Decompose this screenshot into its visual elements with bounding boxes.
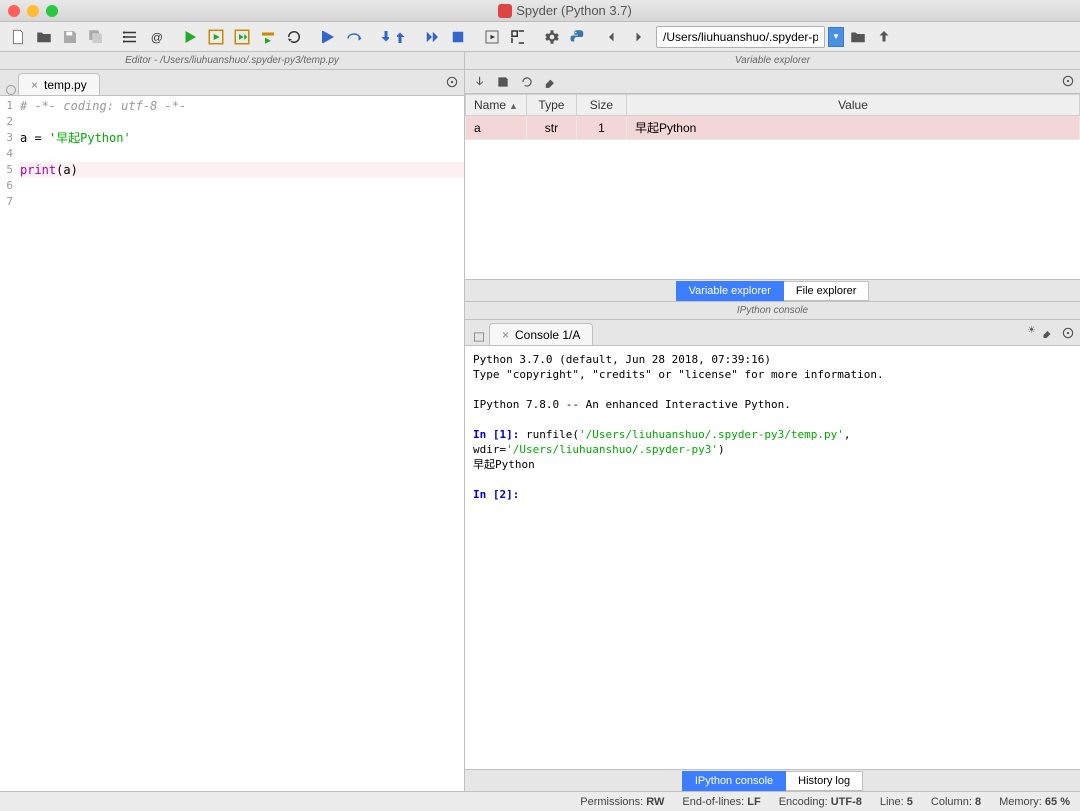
continue-button[interactable] bbox=[420, 25, 444, 49]
find-button[interactable]: @ bbox=[144, 25, 168, 49]
console-menu-icon[interactable] bbox=[471, 329, 487, 345]
tab-ipython-console[interactable]: IPython console bbox=[682, 771, 786, 791]
varexp-tabs: Variable explorer File explorer bbox=[465, 279, 1080, 301]
erase-console-icon[interactable] bbox=[1040, 325, 1056, 341]
console-output[interactable]: Python 3.7.0 (default, Jun 28 2018, 07:3… bbox=[465, 346, 1080, 769]
new-file-button[interactable] bbox=[6, 25, 30, 49]
editor-tab-label: temp.py bbox=[44, 78, 87, 92]
window-controls bbox=[8, 5, 58, 17]
console-tab-label: Console 1/A bbox=[515, 328, 580, 342]
code-editor[interactable]: 1 2 3 4 5 6 7 # -*- coding: utf-8 -*- a … bbox=[0, 96, 464, 791]
stop-button[interactable] bbox=[446, 25, 470, 49]
refresh-icon[interactable] bbox=[519, 74, 535, 90]
console-options-icon[interactable] bbox=[1060, 325, 1076, 341]
forward-button[interactable] bbox=[626, 25, 650, 49]
status-bar: Permissions: RW End-of-lines: LF Encodin… bbox=[0, 791, 1080, 811]
variable-explorer-pane: Variable explorer Name▲ Type Size Value bbox=[465, 52, 1080, 302]
varexp-toolbar bbox=[465, 70, 1080, 94]
editor-pane: Editor - /Users/liuhuanshuo/.spyder-py3/… bbox=[0, 52, 465, 791]
run-cell-advance-button[interactable] bbox=[230, 25, 254, 49]
status-line: Line: 5 bbox=[880, 796, 913, 808]
close-icon[interactable] bbox=[8, 5, 20, 17]
preferences-button[interactable] bbox=[540, 25, 564, 49]
save-data-icon[interactable] bbox=[495, 74, 511, 90]
minimize-icon[interactable] bbox=[27, 5, 39, 17]
spyder-logo-icon bbox=[498, 4, 512, 18]
editor-tab-bar: × temp.py bbox=[0, 70, 464, 96]
console-bottom-tabs: IPython console History log bbox=[465, 769, 1080, 791]
tab-file-explorer[interactable]: File explorer bbox=[784, 281, 870, 301]
browse-dir-button[interactable] bbox=[846, 25, 870, 49]
line-gutter: 1 2 3 4 5 6 7 bbox=[0, 96, 16, 791]
ipython-console-pane: IPython console × Console 1/A ☀ Python 3… bbox=[465, 302, 1080, 791]
code-area[interactable]: # -*- coding: utf-8 -*- a = '早起Python' p… bbox=[16, 96, 464, 791]
col-name[interactable]: Name▲ bbox=[466, 95, 527, 116]
run-cell-button[interactable] bbox=[204, 25, 228, 49]
svg-text:@: @ bbox=[151, 30, 163, 44]
rerun-button[interactable] bbox=[282, 25, 306, 49]
erase-icon[interactable] bbox=[543, 74, 559, 90]
python-path-button[interactable] bbox=[566, 25, 590, 49]
status-permissions: Permissions: RW bbox=[580, 796, 664, 808]
run-selection-button[interactable] bbox=[256, 25, 280, 49]
save-all-button[interactable] bbox=[84, 25, 108, 49]
col-size[interactable]: Size bbox=[576, 95, 626, 116]
variable-table[interactable]: Name▲ Type Size Value a str 1 早起Python bbox=[465, 94, 1080, 279]
parent-dir-button[interactable] bbox=[872, 25, 896, 49]
col-value[interactable]: Value bbox=[626, 95, 1079, 116]
close-tab-icon[interactable]: × bbox=[31, 78, 38, 92]
right-pane: Variable explorer Name▲ Type Size Value bbox=[465, 52, 1080, 791]
window-title-text: Spyder (Python 3.7) bbox=[516, 3, 632, 18]
run-button[interactable] bbox=[178, 25, 202, 49]
debug-button[interactable] bbox=[316, 25, 340, 49]
console-tab-bar: × Console 1/A ☀ bbox=[465, 320, 1080, 346]
save-button[interactable] bbox=[58, 25, 82, 49]
working-dir-dropdown[interactable]: ▼ bbox=[828, 27, 844, 47]
cell-type: str bbox=[526, 116, 576, 140]
main-area: Editor - /Users/liuhuanshuo/.spyder-py3/… bbox=[0, 52, 1080, 791]
working-dir-input[interactable] bbox=[656, 26, 825, 48]
editor-tab-temp[interactable]: × temp.py bbox=[18, 73, 100, 95]
main-toolbar: @ ▼ bbox=[0, 22, 1080, 52]
interrupt-icon[interactable]: ☀ bbox=[1027, 325, 1036, 341]
status-column: Column: 8 bbox=[931, 796, 981, 808]
breakpoint-toggle-icon[interactable] bbox=[6, 85, 16, 95]
open-file-button[interactable] bbox=[32, 25, 56, 49]
close-console-icon[interactable]: × bbox=[502, 328, 509, 342]
window-title: Spyder (Python 3.7) bbox=[58, 3, 1072, 18]
console-header: IPython console bbox=[465, 302, 1080, 320]
cell-value: 早起Python bbox=[626, 116, 1079, 140]
cell-name: a bbox=[466, 116, 527, 140]
maximize-pane-button[interactable] bbox=[506, 25, 530, 49]
outline-button[interactable] bbox=[118, 25, 142, 49]
table-row[interactable]: a str 1 早起Python bbox=[466, 116, 1080, 140]
console-tab[interactable]: × Console 1/A bbox=[489, 323, 593, 345]
status-encoding: Encoding: UTF-8 bbox=[779, 796, 862, 808]
back-button[interactable] bbox=[600, 25, 624, 49]
titlebar: Spyder (Python 3.7) bbox=[0, 0, 1080, 22]
sort-asc-icon: ▲ bbox=[509, 101, 518, 111]
status-eol: End-of-lines: LF bbox=[682, 796, 760, 808]
cell-size: 1 bbox=[576, 116, 626, 140]
maximize-icon[interactable] bbox=[46, 5, 58, 17]
restart-kernel-button[interactable] bbox=[480, 25, 504, 49]
col-type[interactable]: Type bbox=[526, 95, 576, 116]
varexp-header: Variable explorer bbox=[465, 52, 1080, 70]
editor-header: Editor - /Users/liuhuanshuo/.spyder-py3/… bbox=[0, 52, 464, 70]
editor-options-icon[interactable] bbox=[444, 74, 460, 90]
step-into-button[interactable] bbox=[368, 25, 392, 49]
status-memory: Memory: 65 % bbox=[999, 796, 1070, 808]
varexp-options-icon[interactable] bbox=[1060, 73, 1076, 89]
import-data-icon[interactable] bbox=[471, 74, 487, 90]
step-out-button[interactable] bbox=[394, 25, 418, 49]
step-over-button[interactable] bbox=[342, 25, 366, 49]
tab-variable-explorer[interactable]: Variable explorer bbox=[676, 281, 784, 301]
tab-history-log[interactable]: History log bbox=[786, 771, 863, 791]
